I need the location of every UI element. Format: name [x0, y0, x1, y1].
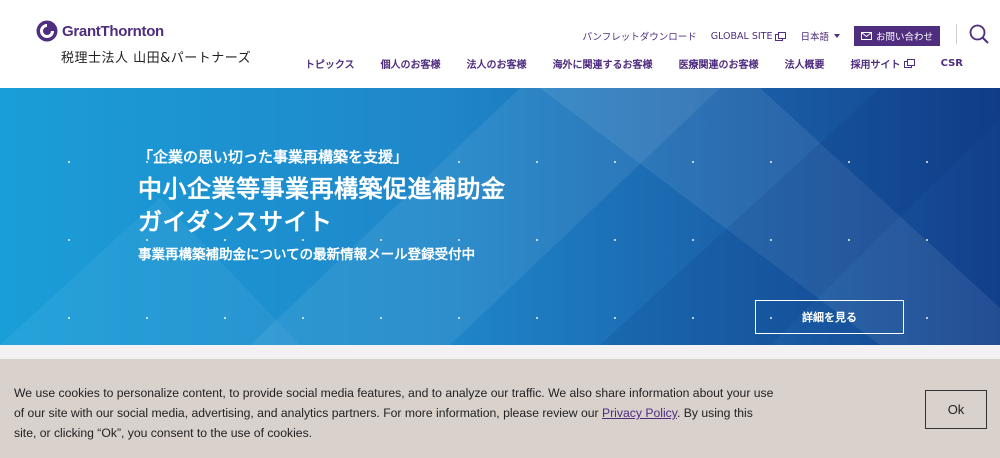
grant-thornton-logo-icon — [36, 20, 58, 42]
pattern-dot — [224, 317, 226, 319]
nav-item-overseas[interactable]: 海外に関連するお客様 — [540, 56, 666, 71]
main-nav: トピックス 個人のお客様 法人のお客様 海外に関連するお客様 医療関連のお客様 … — [292, 56, 976, 71]
pattern-dot — [536, 239, 538, 241]
language-selector[interactable]: 日本語 — [800, 29, 840, 43]
pattern-dot — [692, 161, 694, 163]
pattern-dot — [380, 317, 382, 319]
nav-label: 採用サイト — [850, 60, 901, 71]
search-icon[interactable] — [969, 24, 989, 44]
language-label: 日本語 — [800, 32, 829, 43]
cookie-banner: We use cookies to personalize content, t… — [0, 359, 1000, 458]
external-link-icon — [775, 31, 787, 41]
header-divider — [956, 24, 957, 44]
nav-item-csr[interactable]: CSR — [928, 56, 976, 71]
pattern-dot — [770, 161, 772, 163]
pattern-dot — [614, 161, 616, 163]
nav-label: 医療関連のお客様 — [678, 60, 759, 71]
pattern-dot — [848, 239, 850, 241]
contact-button[interactable]: お問い合わせ — [853, 26, 940, 46]
pattern-dot — [614, 317, 616, 319]
nav-item-individual[interactable]: 個人のお客様 — [368, 56, 454, 71]
global-site-link[interactable]: GLOBAL SITE — [711, 31, 787, 42]
hero-banner: 「企業の思い切った事業再構築を支援」 中小企業等事業再構築促進補助金 ガイダンス… — [0, 88, 1000, 345]
pattern-dot — [458, 317, 460, 319]
nav-item-medical[interactable]: 医療関連のお客様 — [666, 56, 772, 71]
pattern-dot — [302, 317, 304, 319]
nav-item-recruit[interactable]: 採用サイト — [838, 56, 928, 71]
pattern-dot — [68, 239, 70, 241]
hero-text: 「企業の思い切った事業再構築を支援」 中小企業等事業再構築促進補助金 ガイダンス… — [138, 146, 506, 263]
global-site-label: GLOBAL SITE — [710, 30, 773, 42]
external-link-icon — [903, 59, 915, 68]
cookie-ok-button[interactable]: Ok — [925, 390, 987, 429]
site-header: GrantThornton 税理士法人 山田&パートナーズ パンフレットダウンロ… — [0, 0, 1000, 88]
brand-subtitle: 税理士法人 山田&パートナーズ — [61, 51, 252, 66]
mail-icon — [860, 32, 872, 40]
nav-label: 法人のお客様 — [466, 60, 527, 71]
pattern-dot — [536, 317, 538, 319]
chevron-down-icon — [833, 34, 840, 38]
pattern-dot — [536, 161, 538, 163]
nav-item-corporate[interactable]: 法人のお客様 — [454, 56, 540, 71]
details-button[interactable]: 詳細を見る — [755, 300, 904, 334]
pattern-dot — [68, 317, 70, 319]
hero-title-line1: 中小企業等事業再構築促進補助金 — [138, 175, 506, 203]
pattern-dot — [926, 161, 928, 163]
pattern-dot — [146, 317, 148, 319]
utility-nav: パンフレットダウンロード GLOBAL SITE 日本語 お問い合わせ — [583, 26, 940, 46]
pattern-dot — [926, 239, 928, 241]
hero-title-line2: ガイダンスサイト — [138, 208, 333, 236]
nav-label: CSR — [940, 58, 963, 69]
pattern-dot — [68, 161, 70, 163]
nav-item-about[interactable]: 法人概要 — [772, 56, 838, 71]
pamphlet-label: パンフレットダウンロード — [582, 32, 697, 43]
nav-label: 海外に関連するお客様 — [552, 60, 653, 71]
hero-description: 事業再構築補助金についての最新情報メール登録受付中 — [138, 247, 476, 263]
pattern-dot — [770, 239, 772, 241]
pattern-dot — [692, 239, 694, 241]
section-divider — [0, 345, 1000, 359]
pamphlet-download-link[interactable]: パンフレットダウンロード — [583, 29, 697, 43]
hero-tagline: 「企業の思い切った事業再構築を支援」 — [138, 148, 409, 166]
cookie-message: We use cookies to personalize content, t… — [14, 383, 774, 443]
pattern-dot — [614, 239, 616, 241]
brand-name: GrantThornton — [62, 23, 164, 40]
nav-label: トピックス — [304, 60, 355, 71]
pattern-dot — [848, 161, 850, 163]
nav-label: 法人概要 — [784, 60, 825, 71]
pattern-dot — [692, 317, 694, 319]
pattern-dot — [926, 317, 928, 319]
contact-label: お問い合わせ — [875, 32, 933, 43]
nav-item-topics[interactable]: トピックス — [292, 56, 368, 71]
nav-label: 個人のお客様 — [380, 60, 441, 71]
privacy-policy-link[interactable]: Privacy Policy — [602, 406, 677, 420]
